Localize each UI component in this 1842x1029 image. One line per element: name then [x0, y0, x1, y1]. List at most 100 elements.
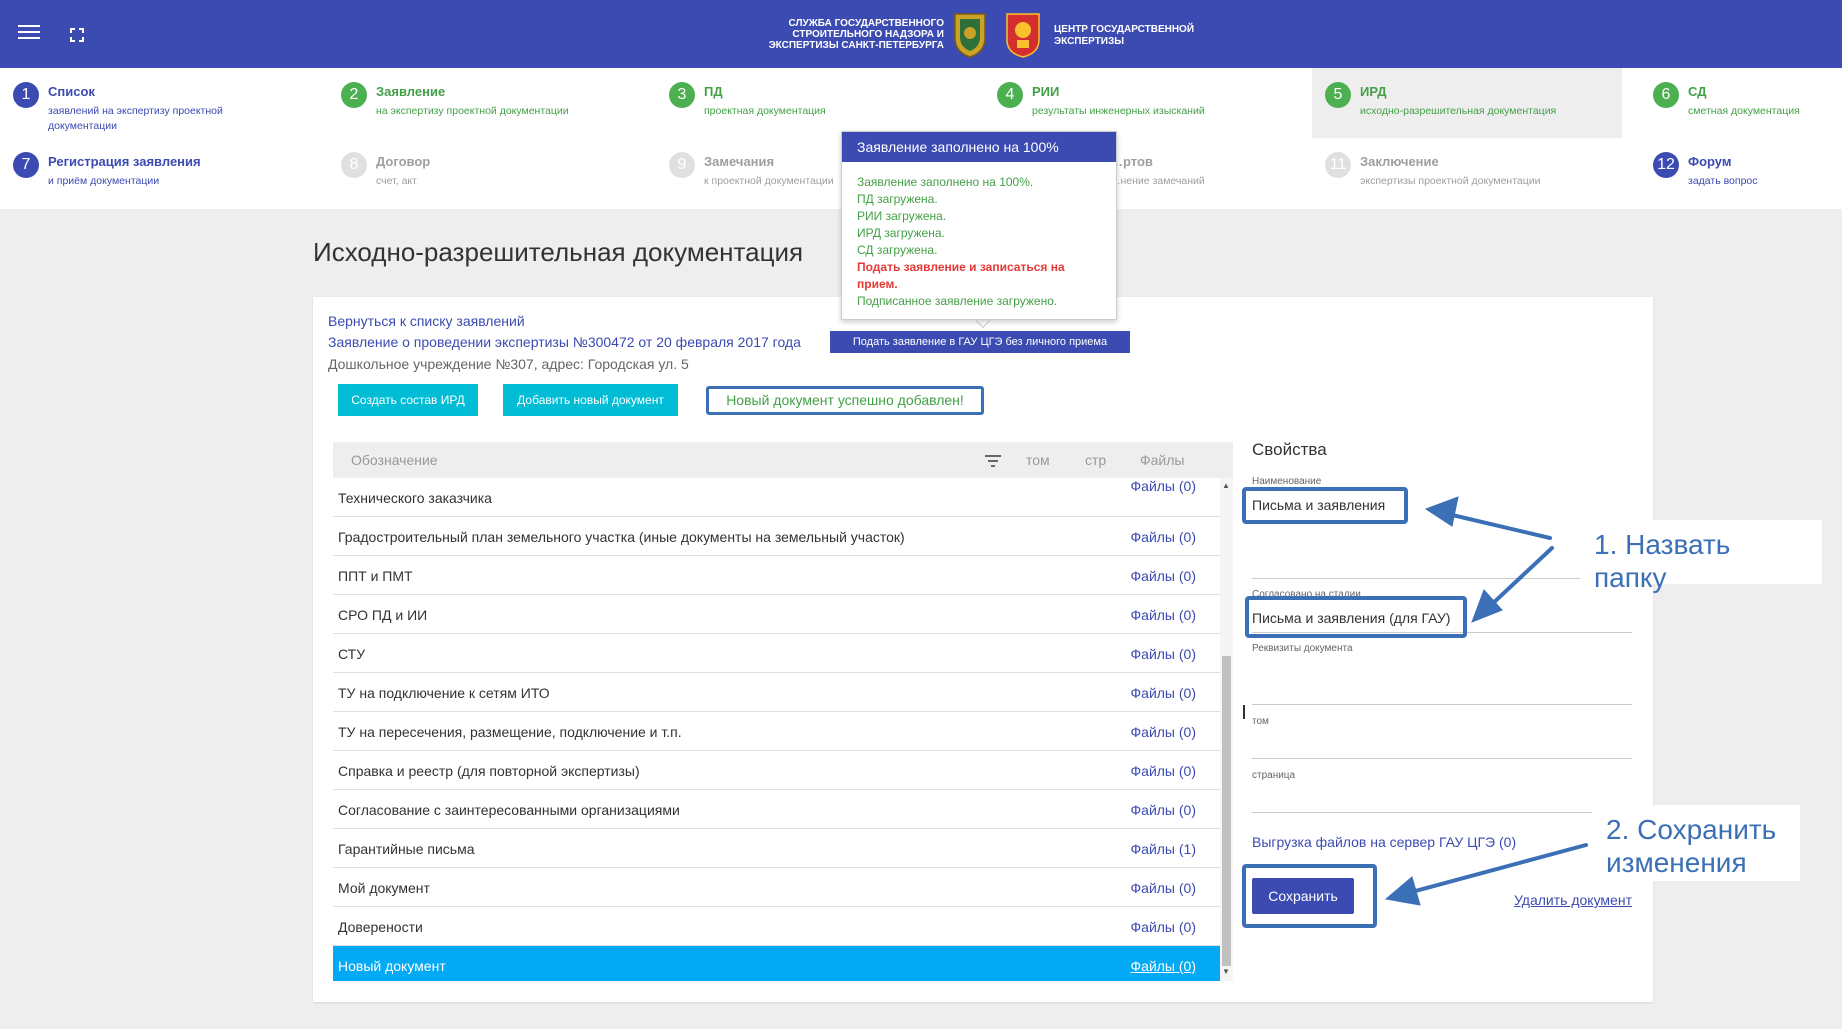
- row-files-link[interactable]: Файлы (0): [1131, 880, 1196, 896]
- add-document-button[interactable]: Добавить новый документ: [503, 384, 678, 416]
- table-row[interactable]: ТУ на пересечения, размещение, подключен…: [333, 712, 1220, 751]
- table-row[interactable]: Градостроительный план земельного участк…: [333, 517, 1220, 556]
- step-application[interactable]: 2 Заявление на экспертизу проектной доку…: [328, 72, 638, 132]
- table-row[interactable]: Согласование с заинтересованными организ…: [333, 790, 1220, 829]
- fullscreen-icon[interactable]: [70, 28, 84, 42]
- back-to-list-link[interactable]: Вернуться к списку заявлений: [328, 313, 525, 329]
- hamburger-menu-icon[interactable]: [18, 25, 40, 43]
- step-list[interactable]: 1 Список заявлений на экспертизу проектн…: [0, 72, 310, 132]
- table-row[interactable]: Мой документ Файлы (0): [333, 868, 1220, 907]
- step-title: СД: [1688, 84, 1707, 99]
- filter-icon[interactable]: [985, 455, 1001, 467]
- row-name: ТУ на пересечения, размещение, подключен…: [338, 724, 682, 740]
- step-subtitle: и приём документации: [48, 175, 160, 187]
- step-subtitle: на экспертизу проектной документации: [376, 105, 569, 117]
- table-row[interactable]: ППТ и ПМТ Файлы (0): [333, 556, 1220, 595]
- table-row-selected[interactable]: Новый документ Файлы (0): [333, 946, 1220, 981]
- row-name: СТУ: [338, 646, 366, 662]
- object-address: Дошкольное учреждение №307, адрес: Город…: [328, 356, 689, 372]
- step-number: 9: [669, 152, 695, 178]
- org-name-left: СЛУЖБА ГОСУДАРСТВЕННОГО СТРОИТЕЛЬНОГО НА…: [768, 18, 944, 51]
- step-ird[interactable]: 5 ИРД исходно-разрешительная документаци…: [1312, 68, 1622, 138]
- row-name: Градостроительный план земельного участк…: [338, 529, 905, 545]
- coat-of-arms-icon: [1006, 13, 1040, 58]
- documents-table: Технического заказчика Файлы (0) Градост…: [333, 478, 1220, 981]
- table-row[interactable]: Технического заказчика Файлы (0): [333, 478, 1220, 517]
- popup-header: Заявление заполнено на 100%: [842, 132, 1116, 162]
- row-name: Доверености: [338, 919, 423, 935]
- row-files-link[interactable]: Файлы (0): [1131, 568, 1196, 584]
- step-forum[interactable]: 12 Форум задать вопрос: [1640, 142, 1842, 202]
- completion-popup: Заявление заполнено на 100% Заявление за…: [841, 131, 1117, 320]
- step-number: 7: [13, 152, 39, 178]
- row-files-link[interactable]: Файлы (0): [1131, 919, 1196, 935]
- table-row[interactable]: Гарантийные письма Файлы (1): [333, 829, 1220, 868]
- row-name: СРО ПД и ИИ: [338, 607, 428, 623]
- step-pd[interactable]: 3 ПД проектная документация: [656, 72, 966, 132]
- step-title: РИИ: [1032, 84, 1060, 99]
- popup-line-warning: Подать заявление и записаться на прием.: [857, 260, 1065, 291]
- step-title: Договор: [376, 154, 431, 169]
- submit-without-visit-button[interactable]: Подать заявление в ГАУ ЦГЭ без личного п…: [830, 331, 1130, 353]
- delete-document-link[interactable]: Удалить документ: [1514, 892, 1632, 908]
- table-row[interactable]: Справка и реестр (для повторной эксперти…: [333, 751, 1220, 790]
- callout-name-folder: 1. Назвать папку: [1580, 520, 1822, 593]
- volume-field[interactable]: [1252, 758, 1632, 759]
- step-registration[interactable]: 7 Регистрация заявления и приём документ…: [0, 142, 310, 202]
- step-number: 6: [1653, 82, 1679, 108]
- step-subtitle: задать вопрос: [1688, 175, 1758, 187]
- step-rii[interactable]: 4 РИИ результаты инженерных изысканий: [984, 72, 1294, 132]
- success-message: Новый документ успешно добавлен!: [706, 386, 984, 415]
- step-conclusion[interactable]: 11 Заключение экспертизы проектной докум…: [1312, 142, 1622, 202]
- table-row[interactable]: СТУ Файлы (0): [333, 634, 1220, 673]
- row-files-link[interactable]: Файлы (1): [1131, 841, 1196, 857]
- step-title: ПД: [704, 84, 723, 99]
- emblem-icon: [954, 13, 986, 58]
- step-subtitle: экспертизы проектной документации: [1360, 175, 1541, 187]
- row-files-link[interactable]: Файлы (0): [1131, 529, 1196, 545]
- step-contract[interactable]: 8 Договор счет, акт: [328, 142, 638, 202]
- step-subtitle: …нение замечаний: [1110, 175, 1205, 187]
- scrollbar-thumb[interactable]: [1222, 656, 1231, 966]
- step-subtitle: исходно-разрешительная документация: [1360, 105, 1557, 117]
- row-files-link[interactable]: Файлы (0): [1131, 685, 1196, 701]
- table-row[interactable]: Доверености Файлы (0): [333, 907, 1220, 946]
- requisites-field[interactable]: [1252, 704, 1632, 705]
- page-field[interactable]: [1252, 812, 1632, 813]
- table-row[interactable]: СРО ПД и ИИ Файлы (0): [333, 595, 1220, 634]
- org-name-right: ЦЕНТР ГОСУДАРСТВЕННОЙ ЭКСПЕРТИЗЫ: [1054, 24, 1195, 47]
- row-files-link[interactable]: Файлы (0): [1131, 802, 1196, 818]
- step-number: 2: [341, 82, 367, 108]
- row-files-link[interactable]: Файлы (0): [1131, 646, 1196, 662]
- row-name: ППТ и ПМТ: [338, 568, 413, 584]
- row-files-link[interactable]: Файлы (0): [1131, 958, 1196, 974]
- step-number: 4: [997, 82, 1023, 108]
- divider: [1252, 578, 1632, 579]
- popup-line: Подписанное заявление загружено.: [857, 294, 1058, 308]
- step-title: Форум: [1688, 154, 1732, 169]
- scroll-up-arrow-icon[interactable]: ▲: [1222, 481, 1230, 490]
- row-files-link[interactable]: Файлы (0): [1131, 724, 1196, 740]
- step-title: Заявление: [376, 84, 446, 99]
- table-row[interactable]: ТУ на подключение к сетям ИТО Файлы (0): [333, 673, 1220, 712]
- row-name: Мой документ: [338, 880, 430, 896]
- row-files-link[interactable]: Файлы (0): [1131, 607, 1196, 623]
- create-ird-button[interactable]: Создать состав ИРД: [338, 384, 478, 416]
- requisites-label: Реквизиты документа: [1252, 643, 1353, 654]
- volume-label: том: [1252, 716, 1269, 727]
- step-sd[interactable]: 6 СД сметная документация: [1640, 72, 1842, 132]
- row-name: Новый документ: [338, 958, 446, 974]
- column-name: Обозначение: [351, 452, 438, 468]
- row-name: Согласование с заинтересованными организ…: [338, 802, 680, 818]
- row-files-link[interactable]: Файлы (0): [1131, 763, 1196, 779]
- callout-save-changes: 2. Сохранить изменения: [1592, 805, 1800, 881]
- row-files-link[interactable]: Файлы (0): [1131, 478, 1196, 494]
- step-subtitle: результаты инженерных изысканий: [1032, 105, 1205, 117]
- step-title: ИРД: [1360, 84, 1387, 99]
- step-title: Регистрация заявления: [48, 154, 201, 169]
- popup-line: РИИ загружена.: [857, 209, 947, 223]
- application-link[interactable]: Заявление о проведении экспертизы №30047…: [328, 334, 801, 350]
- step-title: Заключение: [1360, 154, 1439, 169]
- upload-files-link[interactable]: Выгрузка файлов на сервер ГАУ ЦГЭ (0): [1252, 834, 1516, 850]
- scroll-down-arrow-icon[interactable]: ▼: [1222, 967, 1230, 976]
